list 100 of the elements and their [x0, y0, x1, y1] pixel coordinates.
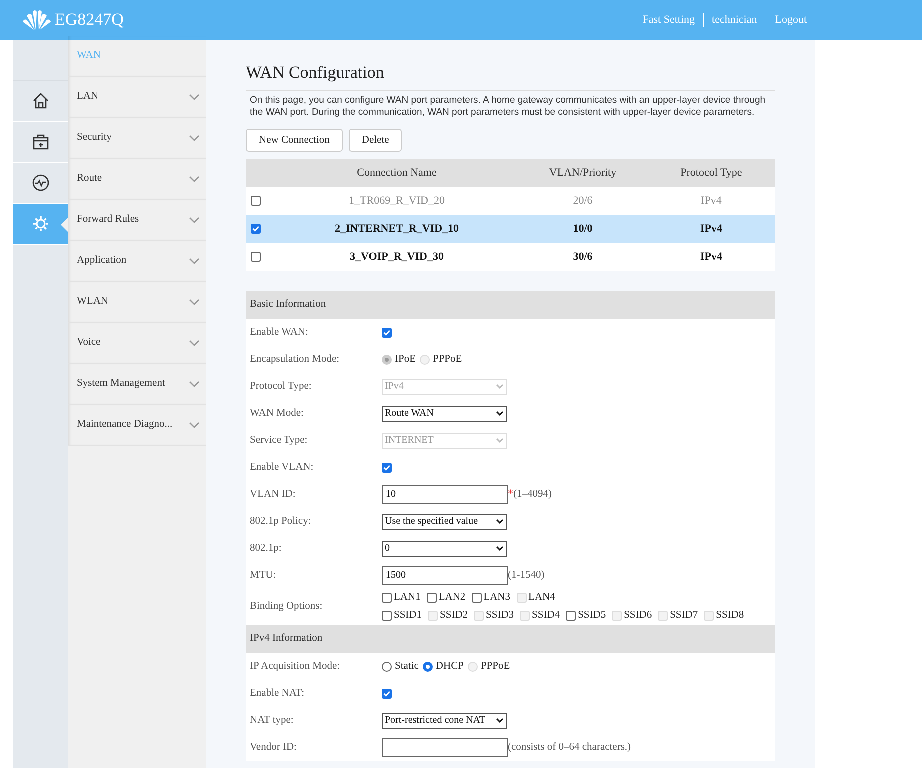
column-header: Protocol Type [680, 166, 744, 181]
option-label: SSID1 [394, 609, 422, 623]
home-icon [32, 92, 50, 110]
table-cell-text: IPv4 [700, 250, 724, 265]
checkbox[interactable] [472, 593, 482, 604]
settings-icon [32, 215, 50, 233]
page-title: WAN Configuration [246, 62, 386, 84]
field-hint: (1–4094) [514, 488, 552, 502]
option-label: SSID2 [440, 609, 468, 623]
checkbox[interactable] [382, 462, 392, 472]
column-header: VLAN/Priority [548, 166, 618, 181]
field-label: NAT type: [250, 714, 295, 728]
table-cell-text: 10/0 [572, 222, 594, 237]
chevron-down-icon[interactable] [189, 340, 200, 346]
option-label: SSID7 [670, 609, 698, 623]
field-label: IP Acquisition Mode: [250, 660, 342, 674]
flower-logo-icon [22, 9, 52, 31]
option-label: LAN1 [394, 591, 421, 606]
action-button[interactable]: Delete [348, 129, 402, 152]
checkbox[interactable] [382, 688, 392, 698]
field-label: MTU: [250, 568, 278, 583]
table-cell-text: 20/6 [572, 194, 594, 209]
field-label: Vendor ID: [250, 740, 298, 755]
caret-icon[interactable] [496, 411, 504, 416]
column-header: Connection Name [356, 166, 438, 181]
table-cell-text: 1_TR069_R_VID_20 [348, 194, 446, 209]
medical-kit-icon [32, 133, 50, 151]
checkbox[interactable] [382, 328, 392, 338]
checkbox[interactable] [382, 593, 392, 604]
field-hint: (consists of 0–64 characters.) [508, 740, 632, 755]
chevron-down-icon[interactable] [189, 258, 200, 264]
field-label: 802.1p Policy: [250, 514, 312, 529]
menu-item[interactable]: LAN [77, 89, 189, 105]
action-button[interactable]: New Connection [246, 129, 343, 152]
field-label: VLAN ID: [250, 488, 297, 502]
page-description: On this page, you can configure WAN port parameters. A home gateway communicates with an upper-layer device through the WAN port. During the communication, WAN port parameters must be consistent with upper-layer device parameters. [250, 95, 767, 119]
text-field[interactable]: 10 [382, 485, 508, 504]
field-label: Service Type: [250, 434, 309, 448]
chevron-down-icon[interactable] [189, 422, 200, 428]
select-field[interactable]: Route WAN [382, 406, 507, 422]
option-label: SSID5 [578, 609, 606, 623]
chevron-down-icon[interactable] [189, 134, 200, 142]
product-name: EG8247Q [55, 9, 124, 32]
menu-item[interactable]: Forward Rules [77, 212, 189, 228]
table-cell-text: 2_INTERNET_R_VID_10 [334, 222, 460, 237]
select-field[interactable]: Port-restricted cone NAT [382, 712, 507, 728]
chevron-down-icon[interactable] [189, 176, 200, 182]
caret-icon[interactable] [496, 546, 504, 551]
table-cell-text: 3_VOIP_R_VID_30 [349, 250, 445, 265]
option-label: Static [395, 660, 419, 674]
menu-item[interactable]: Voice [77, 335, 189, 351]
option-label: LAN3 [484, 591, 511, 606]
caret-icon[interactable] [496, 718, 504, 723]
row-checkbox[interactable] [251, 252, 261, 262]
option-label: DHCP [436, 660, 464, 674]
caret-icon[interactable] [496, 519, 504, 524]
table-cell-text: 30/6 [572, 250, 594, 265]
field-label: Binding Options: [250, 600, 324, 614]
option-label: SSID4 [532, 609, 560, 623]
field-label: Enable WAN: [250, 326, 310, 340]
option-label: SSID8 [716, 609, 744, 623]
table-cell-text: IPv4 [700, 222, 724, 237]
text-field[interactable]: 1500 [382, 566, 508, 585]
select-field[interactable]: 0 [382, 540, 507, 556]
row-checkbox[interactable] [251, 224, 261, 234]
option-label: SSID6 [624, 609, 652, 623]
select-field: INTERNET [382, 432, 507, 448]
field-label: Enable NAT: [250, 686, 306, 701]
select-field: IPv4 [382, 378, 507, 394]
option-label: PPPoE [433, 352, 462, 367]
field-label: 802.1p: [250, 542, 283, 556]
menu-item[interactable]: Route [77, 171, 189, 187]
option-label: LAN4 [528, 591, 556, 606]
text-field[interactable] [382, 738, 508, 757]
field-label: WAN Mode: [250, 406, 305, 421]
chevron-down-icon[interactable] [189, 94, 200, 100]
required-mark: * [508, 487, 514, 502]
checkbox[interactable] [566, 610, 576, 621]
checkbox[interactable] [382, 610, 392, 621]
checkbox[interactable] [426, 593, 437, 604]
radio-button[interactable] [422, 662, 433, 672]
pulse-icon [32, 174, 50, 192]
radio-button[interactable] [382, 662, 392, 672]
menu-item[interactable]: Maintenance Diagno... [77, 417, 189, 433]
field-label: Encapsulation Mode: [250, 352, 341, 367]
table-row[interactable]: 3_VOIP_R_VID_30 30/6 IPv4 [246, 243, 775, 271]
menu-item[interactable]: System Management [77, 376, 189, 392]
menu-item[interactable]: Security [77, 130, 189, 146]
chevron-down-icon[interactable] [189, 216, 200, 224]
field-hint: (1-1540) [508, 568, 545, 583]
table-row[interactable]: 2_INTERNET_R_VID_10 10/0 IPv4 [246, 215, 775, 243]
option-label: IPoE [395, 352, 416, 367]
menu-item[interactable]: Application [77, 253, 189, 269]
chevron-down-icon[interactable] [189, 298, 200, 306]
select-field[interactable]: Use the specified value [382, 514, 507, 530]
section-header: Basic Information [246, 291, 775, 319]
chevron-down-icon[interactable] [189, 380, 200, 388]
field-label: Enable VLAN: [250, 460, 315, 475]
option-label: SSID3 [486, 609, 514, 623]
menu-item[interactable]: WLAN [77, 294, 189, 310]
